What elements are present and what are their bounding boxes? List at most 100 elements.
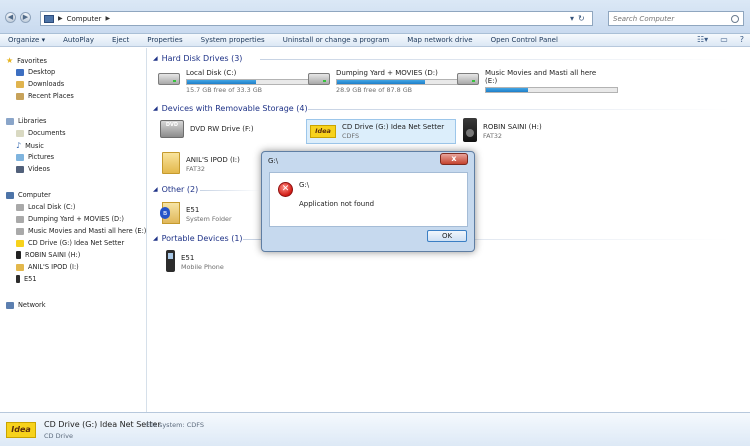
details-pane: Idea CD Drive (G:) Idea Net Setter File … (0, 412, 750, 446)
address-field[interactable]: ▶ Computer ▶ (40, 11, 593, 26)
drive-usage-bar (336, 79, 469, 85)
view-options-icon[interactable]: ☷▾ (697, 35, 708, 44)
sidebar-item-cd-drive[interactable]: CD Drive (G:) Idea Net Setter (16, 239, 124, 247)
sidebar-network[interactable]: Network (6, 301, 46, 309)
star-icon: ★ (6, 56, 14, 65)
preview-pane-icon[interactable]: ▭ (720, 35, 728, 44)
group-header-label: Devices with Removable Storage (4) (161, 104, 308, 113)
group-header-label: Other (2) (161, 185, 199, 194)
address-path: Computer (66, 14, 102, 23)
sidebar-libraries[interactable]: Libraries (6, 117, 46, 125)
drive-tile-h[interactable]: ROBIN SAINI (H:) FAT32 (463, 118, 542, 142)
drive-icon (16, 203, 24, 211)
sidebar-item-music-movies[interactable]: Music Movies and Masti all here (E:) (16, 227, 146, 235)
drive-name: CD Drive (G:) Idea Net Setter (342, 123, 445, 131)
group-header-other[interactable]: ◢ Other (2) (153, 185, 198, 194)
sidebar-item-documents[interactable]: Documents (16, 129, 66, 137)
media-player-icon (16, 251, 21, 259)
sidebar-item-recent-places[interactable]: Recent Places (16, 92, 74, 100)
drive-free-space: 28.9 GB free of 87.8 GB (336, 86, 413, 94)
drive-tile-i[interactable]: ANIL'S IPOD (I:) FAT32 (162, 152, 240, 174)
computer-icon (44, 14, 54, 23)
item-type: Mobile Phone (181, 263, 224, 271)
idea-logo-icon: Idea (310, 125, 336, 138)
music-icon: ♪ (16, 141, 22, 150)
dialog-close-button[interactable]: x (440, 153, 468, 165)
sidebar-item-label: Music Movies and Masti all here (E:) (28, 227, 147, 235)
sidebar-item-downloads[interactable]: Downloads (16, 80, 64, 88)
sidebar-computer[interactable]: Computer (6, 191, 51, 199)
group-header-hard-disk-drives[interactable]: ◢ Hard Disk Drives (3) (153, 54, 242, 63)
drive-free-space: 15.7 GB free of 33.3 GB (186, 86, 263, 94)
pictures-icon (16, 153, 24, 161)
system-properties-button[interactable]: System properties (201, 36, 265, 44)
group-header-portable-devices[interactable]: ◢ Portable Devices (1) (153, 234, 243, 243)
details-filesystem: File system: CDFS (146, 421, 204, 429)
sidebar-item-label: Music (25, 141, 44, 150)
item-name: E51 (186, 206, 200, 214)
sidebar-item-robin-saini[interactable]: ROBIN SAINI (H:) (16, 251, 80, 259)
help-icon[interactable]: ? (740, 35, 744, 44)
sidebar-item-desktop[interactable]: Desktop (16, 68, 55, 76)
item-type: System Folder (186, 215, 232, 223)
sidebar-item-label: Libraries (18, 117, 47, 125)
system-folder-e51[interactable]: E51 System Folder (160, 202, 232, 224)
dropdown-arrow-icon[interactable]: ▾ (570, 14, 574, 23)
ok-button[interactable]: OK (427, 230, 467, 242)
group-header-label: Hard Disk Drives (3) (161, 54, 243, 63)
eject-button[interactable]: Eject (112, 36, 129, 44)
autoplay-button[interactable]: AutoPlay (63, 36, 94, 44)
collapse-arrow-icon: ◢ (153, 235, 158, 242)
search-box[interactable] (608, 11, 744, 26)
drive-usage-bar (186, 79, 319, 85)
sidebar-item-label: Documents (28, 129, 66, 137)
network-icon (6, 301, 14, 309)
hard-drive-icon (457, 73, 479, 85)
drive-name: Music Movies and Masti all here (485, 69, 597, 77)
map-network-drive-button[interactable]: Map network drive (407, 36, 472, 44)
drive-tile-e[interactable]: Music Movies and Masti all here (E:) (457, 69, 618, 93)
sidebar-item-label: Favorites (17, 56, 47, 65)
sidebar-favorites[interactable]: ★ Favorites (6, 56, 47, 65)
drive-tile-c[interactable]: Local Disk (C:) 15.7 GB free of 33.3 GB (158, 69, 319, 94)
error-dialog: G:\ x ✕ G:\ Application not found OK (261, 151, 475, 252)
portable-device-e51[interactable]: E51 Mobile Phone (166, 250, 224, 272)
navigation-pane: ★ Favorites Desktop Downloads Recent Pla… (0, 48, 147, 412)
group-header-label: Portable Devices (1) (161, 234, 243, 243)
desktop-icon (16, 68, 24, 76)
phone-icon (16, 275, 20, 283)
sidebar-item-e51[interactable]: E51 (16, 275, 37, 283)
address-bar-region: ◀ ▶ ▶ Computer ▶ ▾ ↻ (0, 0, 750, 34)
organize-button[interactable]: Organize ▾ (8, 36, 45, 44)
sidebar-item-anils-ipod[interactable]: ANIL'S IPOD (I:) (16, 263, 79, 271)
drive-tile-d[interactable]: Dumping Yard + MOVIES (D:) 28.9 GB free … (308, 69, 469, 94)
drive-name: ANIL'S IPOD (I:) (186, 156, 240, 164)
drive-name: Local Disk (C:) (186, 69, 237, 77)
sidebar-item-music[interactable]: ♪ Music (16, 141, 44, 150)
drive-icon (16, 227, 24, 235)
group-header-removable-storage[interactable]: ◢ Devices with Removable Storage (4) (153, 104, 308, 113)
sidebar-item-pictures[interactable]: Pictures (16, 153, 54, 161)
back-button[interactable]: ◀ (5, 12, 16, 23)
hard-drive-icon (308, 73, 330, 85)
idea-logo-icon: Idea (6, 422, 36, 438)
collapse-arrow-icon: ◢ (153, 186, 158, 193)
breadcrumb-arrow-icon: ▶ (58, 15, 63, 22)
refresh-icon[interactable]: ↻ (578, 14, 585, 23)
dialog-title: G:\ (268, 157, 279, 165)
search-input[interactable] (613, 14, 723, 23)
recent-places-icon (16, 92, 24, 100)
collapse-arrow-icon: ◢ (153, 105, 158, 112)
sidebar-item-dumping-yard[interactable]: Dumping Yard + MOVIES (D:) (16, 215, 124, 223)
sidebar-item-videos[interactable]: Videos (16, 165, 50, 173)
sidebar-item-local-disk[interactable]: Local Disk (C:) (16, 203, 75, 211)
search-icon[interactable] (731, 14, 739, 23)
drive-name: ROBIN SAINI (H:) (483, 123, 542, 131)
properties-button[interactable]: Properties (147, 36, 182, 44)
drive-usage-bar (485, 87, 618, 93)
forward-button[interactable]: ▶ (20, 12, 31, 23)
open-control-panel-button[interactable]: Open Control Panel (491, 36, 558, 44)
drive-tile-dvd-f[interactable]: DVD DVD RW Drive (F:) (160, 120, 254, 138)
uninstall-program-button[interactable]: Uninstall or change a program (283, 36, 390, 44)
drive-tile-cd-g-selected[interactable]: Idea CD Drive (G:) Idea Net Setter CDFS (306, 119, 456, 144)
